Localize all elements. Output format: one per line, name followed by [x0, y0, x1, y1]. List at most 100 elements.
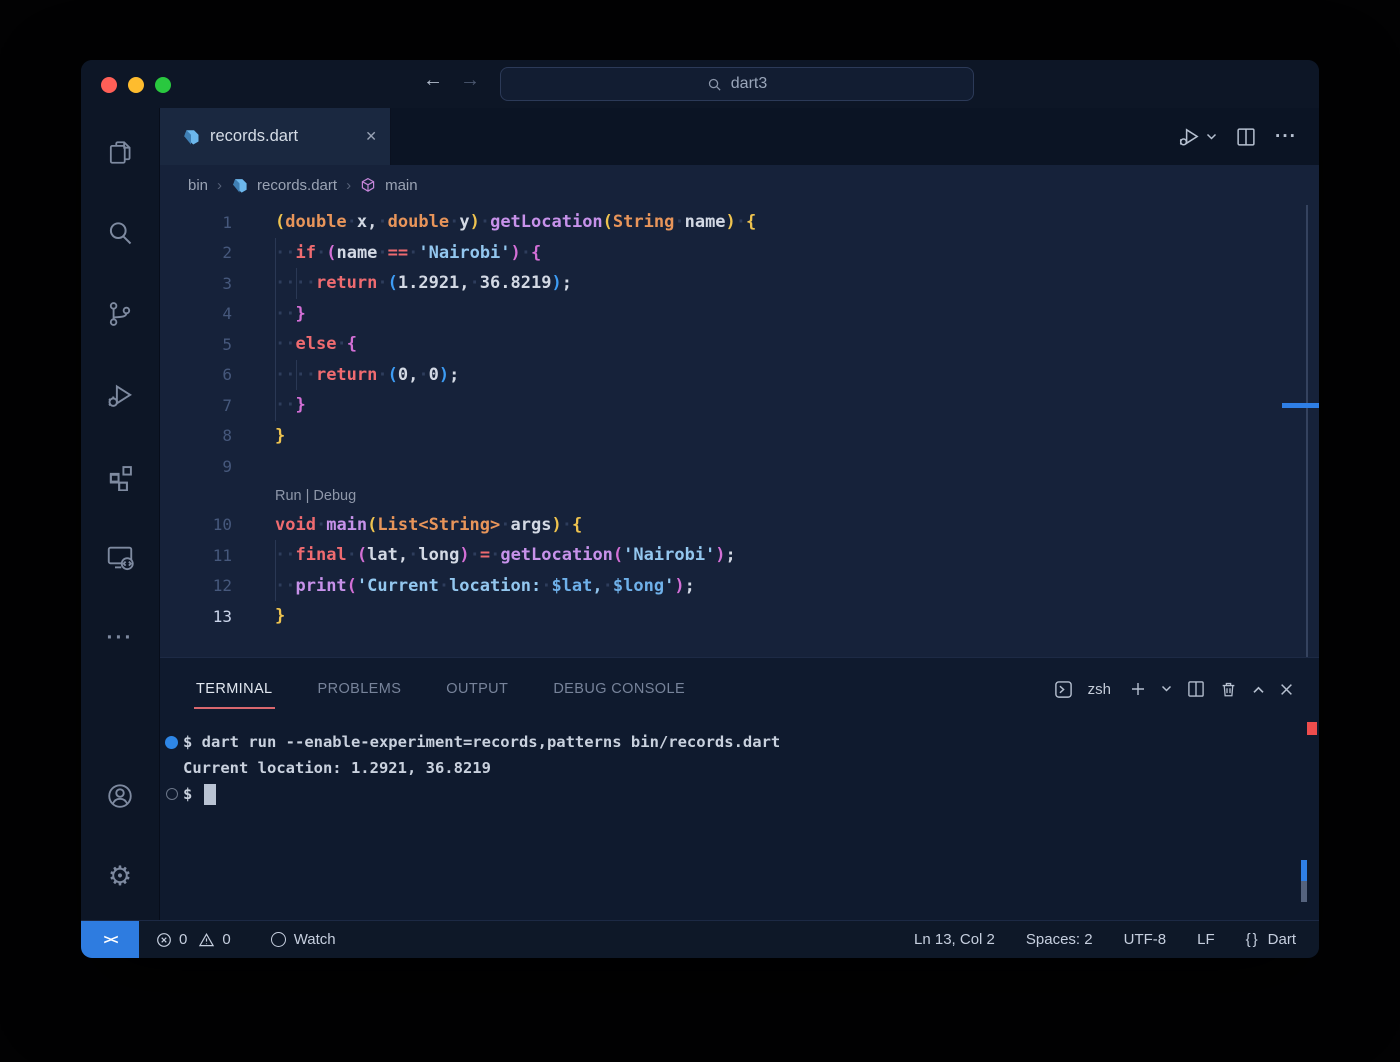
files-icon [106, 138, 135, 167]
indent-guide [275, 540, 276, 601]
close-panel-icon[interactable] [1280, 683, 1293, 696]
sidebar-item-source-control[interactable] [106, 299, 134, 329]
sidebar-item-run-debug[interactable] [106, 380, 135, 410]
terminal-scrollbar[interactable] [1301, 881, 1307, 902]
chevron-right-icon: › [346, 177, 351, 194]
indent-guide [275, 238, 276, 421]
minimize-window-button[interactable] [128, 77, 144, 93]
encoding-status[interactable]: UTF-8 [1124, 931, 1167, 948]
new-terminal-icon[interactable] [1130, 681, 1146, 697]
tab-terminal[interactable]: TERMINAL [196, 675, 273, 703]
language-label: Dart [1268, 931, 1296, 948]
tab-debug-console[interactable]: DEBUG CONSOLE [553, 675, 685, 703]
vscode-window: ← → dart3 [81, 60, 1319, 958]
watch-status[interactable]: Watch [271, 931, 336, 948]
indent-guide [296, 360, 297, 391]
code-line[interactable]: 6····return·(0,·0); [160, 360, 1319, 391]
panel-tab-bar: TERMINAL PROBLEMS OUTPUT DEBUG CONSOLE z… [160, 658, 1319, 720]
tab-output[interactable]: OUTPUT [446, 675, 508, 703]
back-icon[interactable]: ← [423, 69, 443, 92]
sidebar-item-explorer[interactable] [106, 137, 135, 167]
code-line[interactable]: 8} [160, 421, 1319, 452]
overview-ruler-mark [1282, 403, 1319, 408]
line-number: 13 [160, 607, 232, 626]
tab-bar: records.dart ✕ ··· [160, 108, 1319, 165]
close-window-button[interactable] [101, 77, 117, 93]
title-bar: ← → dart3 [81, 60, 1319, 108]
trash-icon[interactable] [1220, 681, 1237, 698]
search-icon [707, 77, 722, 92]
code-line[interactable]: 1(double·x,·double·y)·getLocation(String… [160, 207, 1319, 238]
prompt-decoration-icon[interactable] [160, 788, 183, 800]
tab-problems[interactable]: PROBLEMS [318, 675, 402, 703]
terminal-text: Current location: 1.2921, 36.8219 [183, 759, 491, 777]
forward-icon[interactable]: → [460, 69, 480, 92]
code-line[interactable]: 9 [160, 451, 1319, 482]
more-icon[interactable]: ··· [107, 623, 134, 653]
code-editor[interactable]: 1(double·x,·double·y)·getLocation(String… [160, 205, 1319, 657]
more-actions-icon[interactable]: ··· [1275, 126, 1297, 148]
terminal-line: $ [160, 781, 1319, 807]
command-decoration-icon[interactable] [160, 736, 183, 749]
terminal-cursor [204, 784, 216, 805]
terminal-text: $ [183, 785, 202, 803]
code-line[interactable]: 13} [160, 601, 1319, 632]
run-or-debug-button[interactable] [1178, 125, 1217, 148]
code-line[interactable]: 2··if·(name·==·'Nairobi')·{ [160, 238, 1319, 269]
line-number: 3 [160, 274, 232, 293]
account-button[interactable] [105, 781, 135, 811]
settings-button[interactable]: ⚙ [108, 861, 132, 891]
line-number: 12 [160, 576, 232, 595]
cursor-position-status[interactable]: Ln 13, Col 2 [914, 931, 995, 948]
line-number: 5 [160, 335, 232, 354]
run-debug-icon [1178, 125, 1201, 148]
code-line[interactable]: 3····return·(1.2921,·36.8219); [160, 268, 1319, 299]
code-line[interactable]: 12··print('Current·location:·$lat,·$long… [160, 571, 1319, 602]
source-control-icon [106, 300, 134, 328]
terminal-icon [1054, 680, 1073, 699]
terminal-overview-mark [1307, 722, 1317, 735]
problems-status[interactable]: 0 0 [156, 931, 231, 948]
chevron-down-icon[interactable] [1206, 133, 1217, 141]
line-number: 11 [160, 546, 232, 565]
code-line[interactable]: 5··else·{ [160, 329, 1319, 360]
extensions-icon [106, 462, 135, 491]
command-center-search[interactable]: dart3 [500, 67, 974, 101]
split-editor-icon[interactable] [1236, 127, 1256, 147]
line-number: 7 [160, 396, 232, 415]
language-status[interactable]: {} Dart [1246, 931, 1296, 948]
chevron-down-icon[interactable] [1161, 685, 1172, 693]
line-number: 8 [160, 426, 232, 445]
code-line[interactable]: 10void·main(List<String>·args)·{ [160, 510, 1319, 541]
split-terminal-icon[interactable] [1187, 680, 1205, 698]
error-count: 0 [179, 931, 187, 948]
breadcrumb-file[interactable]: records.dart [257, 177, 337, 194]
remote-explorer-icon [105, 542, 135, 572]
symbol-method-icon [360, 177, 376, 193]
close-tab-icon[interactable]: ✕ [365, 128, 377, 145]
code-line[interactable]: 11··final·(lat,·long)·=·getLocation('Nai… [160, 540, 1319, 571]
breadcrumb-folder[interactable]: bin [188, 177, 208, 194]
zoom-window-button[interactable] [155, 77, 171, 93]
line-number: 2 [160, 243, 232, 262]
codelens-run-debug[interactable]: Run | Debug [160, 488, 356, 504]
breadcrumb-symbol[interactable]: main [385, 177, 418, 194]
sidebar-item-search[interactable] [106, 218, 134, 248]
indentation-status[interactable]: Spaces: 2 [1026, 931, 1093, 948]
code-line[interactable]: 4··} [160, 299, 1319, 330]
error-icon [156, 932, 172, 948]
remote-indicator-button[interactable]: >< [81, 921, 139, 958]
shell-name[interactable]: zsh [1088, 681, 1111, 698]
sidebar-item-remote-explorer[interactable] [105, 542, 135, 572]
terminal-view[interactable]: $ dart run --enable-experiment=records,p… [160, 720, 1319, 920]
breadcrumb: bin › records.dart › main [160, 165, 1319, 205]
code-line[interactable]: 7··} [160, 390, 1319, 421]
eol-status[interactable]: LF [1197, 931, 1215, 948]
dart-icon [231, 177, 248, 194]
sidebar-item-extensions[interactable] [106, 461, 135, 491]
dart-icon [182, 128, 200, 146]
gear-icon: ⚙ [108, 861, 132, 892]
tab-records-dart[interactable]: records.dart ✕ [160, 108, 391, 165]
editor-scrollbar[interactable] [1306, 205, 1308, 657]
maximize-panel-icon[interactable] [1252, 685, 1265, 694]
